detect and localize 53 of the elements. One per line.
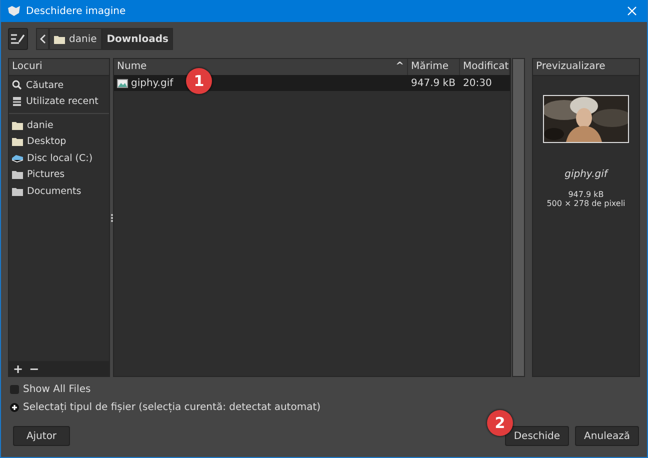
- place-item[interactable]: Documents: [9, 183, 109, 200]
- pane-handle-icon[interactable]: [110, 214, 112, 222]
- preview-file-name: giphy.gif: [564, 169, 610, 180]
- place-item[interactable]: Disc local (C:): [9, 150, 109, 166]
- folder-icon: [12, 186, 23, 196]
- preview-size: 947.9 kB: [567, 190, 605, 199]
- folder-icon: [12, 120, 23, 130]
- place-label: Documents: [27, 186, 82, 197]
- step-badge: 2: [487, 410, 513, 436]
- add-place-button[interactable]: +: [13, 362, 24, 376]
- place-item[interactable]: danie: [9, 117, 109, 134]
- sort-arrow-icon: ^: [396, 59, 404, 75]
- file-modified: 20:30: [462, 78, 493, 88]
- cancel-button[interactable]: Anulează: [575, 426, 639, 446]
- drive-icon: [12, 154, 23, 163]
- folder-icon: [54, 34, 65, 44]
- file-name: giphy.gif: [131, 78, 174, 88]
- places-header: Locuri: [9, 59, 109, 76]
- folder-icon: [12, 137, 23, 146]
- preview-dimensions: 500 × 278 de pixeli: [546, 199, 626, 208]
- pencil-lines-icon: [10, 32, 26, 46]
- place-item[interactable]: Pictures: [9, 166, 109, 183]
- search-icon: [12, 80, 22, 90]
- image-file-icon: [117, 78, 128, 88]
- place-item[interactable]: Căutare: [9, 77, 109, 94]
- preview-header: Previzualizare: [533, 59, 639, 76]
- help-button[interactable]: Ajutor: [13, 426, 70, 446]
- file-size: 947.9 kB: [410, 78, 456, 88]
- place-label: Căutare: [26, 80, 64, 91]
- place-label: Pictures: [27, 169, 65, 180]
- edit-location-button[interactable]: [8, 28, 28, 50]
- back-button[interactable]: [36, 28, 49, 50]
- show-all-files-label: Show All Files: [23, 384, 91, 394]
- open-button[interactable]: Deschide: [504, 426, 570, 446]
- place-label: danie: [27, 120, 54, 131]
- chevron-left-icon: [40, 34, 46, 44]
- place-item[interactable]: Desktop: [9, 134, 109, 150]
- expander-icon[interactable]: [10, 402, 19, 412]
- stack-icon: [12, 96, 22, 108]
- window-title: Deschidere imagine: [26, 6, 127, 16]
- path-segment-button[interactable]: danie: [49, 28, 102, 50]
- scrollbar[interactable]: [512, 58, 525, 377]
- place-label: Utilizate recent: [26, 96, 98, 108]
- folder-icon: [12, 170, 23, 180]
- place-item[interactable]: Utilizate recent: [9, 94, 109, 110]
- file-type-expander[interactable]: Selectați tipul de fișier (selecția curentă: detectat automat): [23, 402, 321, 412]
- place-label: Disc local (C:): [27, 152, 93, 164]
- app-icon: [7, 5, 21, 17]
- show-all-files-checkbox[interactable]: [10, 384, 19, 394]
- place-label: Desktop: [27, 136, 66, 148]
- path-segment-button[interactable]: Downloads: [102, 28, 174, 50]
- remove-place-button[interactable]: −: [29, 362, 40, 376]
- close-icon[interactable]: [627, 6, 637, 16]
